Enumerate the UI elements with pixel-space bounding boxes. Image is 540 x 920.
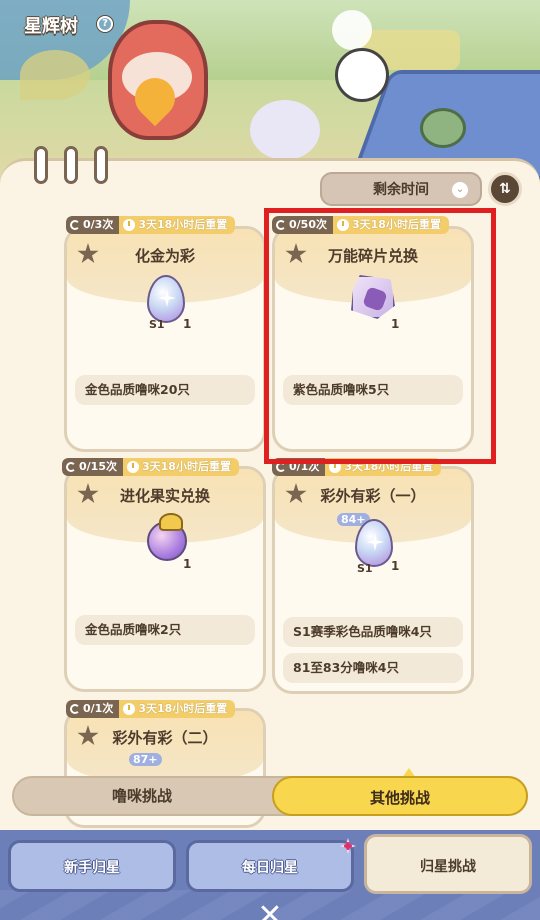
reward-quantity: 1 [183, 317, 192, 331]
card-title: 万能碎片兑换 [327, 247, 418, 265]
exchange-card[interactable]: 彩外有彩（一） 84+ S1 1 S1赛季彩色品质噜咪4只 81至83分噜咪4只 [272, 466, 474, 694]
reset-time: 3天18小时后重置 [138, 702, 228, 715]
requirement-row: 金色品质噜咪2只 [75, 615, 255, 645]
card-quota-badge: 0/1次 3天18小时后重置 [272, 458, 442, 476]
refresh-icon [276, 220, 286, 230]
requirement-row: 81至83分噜咪4只 [283, 653, 463, 683]
card-quota-badge: 0/15次 3天18小时后重置 [62, 458, 239, 476]
requirement-row: 紫色品质噜咪5只 [283, 375, 463, 405]
challenge-type-toggle: 噜咪挑战 其他挑战 [12, 768, 528, 816]
reward-quantity: 1 [183, 557, 192, 571]
season-tag: S1 [149, 318, 165, 331]
help-icon[interactable]: ? [97, 16, 113, 32]
clock-icon [123, 219, 136, 231]
reward-item[interactable] [351, 275, 395, 329]
card-quota-badge: 0/1次 3天18小时后重置 [66, 700, 236, 718]
quota-count: 0/50次 [289, 218, 327, 231]
clock-icon [123, 703, 136, 715]
page-title: 星辉树 [24, 16, 78, 37]
exchange-card[interactable]: 万能碎片兑换 1 紫色品质噜咪5只 [272, 226, 474, 452]
nav-challenge-button[interactable]: 归星挑战 [364, 834, 532, 894]
binder-peg [34, 146, 48, 184]
clock-icon [329, 461, 342, 473]
quota-count: 0/1次 [83, 702, 114, 715]
binder-peg [64, 146, 78, 184]
exchange-card[interactable]: 化金为彩 S1 1 金色品质噜咪20只 [64, 226, 266, 452]
close-icon[interactable]: ✕ [252, 901, 288, 920]
banner-decoration [20, 50, 90, 100]
reset-time: 3天18小时后重置 [141, 460, 231, 473]
level-badge: 87+ [129, 753, 162, 766]
reset-time: 3天18小时后重置 [344, 460, 434, 473]
universal-shard-icon [351, 275, 395, 319]
requirement-row: S1赛季彩色品质噜咪4只 [283, 617, 463, 647]
egg-icon [355, 519, 393, 567]
ghost-character-illustration [332, 10, 372, 50]
clock-icon [126, 461, 139, 473]
mouse-character-illustration [420, 108, 466, 148]
tab-lumi-challenge[interactable]: 噜咪挑战 [14, 776, 270, 816]
sort-filter-dropdown[interactable]: 剩余时间 ⌄ [320, 172, 482, 206]
exchange-card[interactable]: 进化果实兑换 1 金色品质噜咪2只 [64, 466, 266, 692]
bunny-character-illustration [250, 100, 320, 160]
quota-count: 0/1次 [289, 460, 320, 473]
quota-count: 0/15次 [79, 460, 117, 473]
reward-quantity: 1 [391, 559, 400, 573]
binder-peg [94, 146, 108, 184]
tab-other-challenge[interactable]: 其他挑战 [272, 776, 528, 816]
card-header: 彩外有彩（二） [67, 711, 263, 785]
reset-time: 3天18小时后重置 [138, 218, 228, 231]
card-title: 化金为彩 [134, 247, 195, 265]
chevron-down-icon: ⌄ [452, 182, 468, 198]
card-quota-badge: 0/3次 3天18小时后重置 [66, 216, 236, 234]
refresh-icon [66, 462, 76, 472]
card-title: 彩外有彩（一） [320, 487, 426, 505]
requirement-row: 金色品质噜咪20只 [75, 375, 255, 405]
egg-icon [147, 275, 185, 323]
card-title: 进化果实兑换 [119, 487, 210, 505]
clock-icon [336, 219, 349, 231]
refresh-icon [276, 462, 286, 472]
card-quota-badge: 0/50次 3天18小时后重置 [272, 216, 449, 234]
nav-novice-button[interactable]: 新手归星 [8, 840, 176, 892]
sort-filter-label: 剩余时间 [373, 182, 429, 198]
evolution-fruit-icon [147, 513, 187, 561]
panda-character-illustration [335, 48, 389, 102]
quota-count: 0/3次 [83, 218, 114, 231]
sort-order-button[interactable]: ⇅ [488, 172, 522, 206]
reward-quantity: 1 [391, 317, 400, 331]
reset-time: 3天18小时后重置 [351, 218, 441, 231]
refresh-icon [70, 220, 80, 230]
nav-daily-button[interactable]: 每日归星 [186, 840, 354, 892]
season-tag: S1 [357, 562, 373, 575]
card-title: 彩外有彩（二） [112, 729, 218, 747]
refresh-icon [70, 704, 80, 714]
